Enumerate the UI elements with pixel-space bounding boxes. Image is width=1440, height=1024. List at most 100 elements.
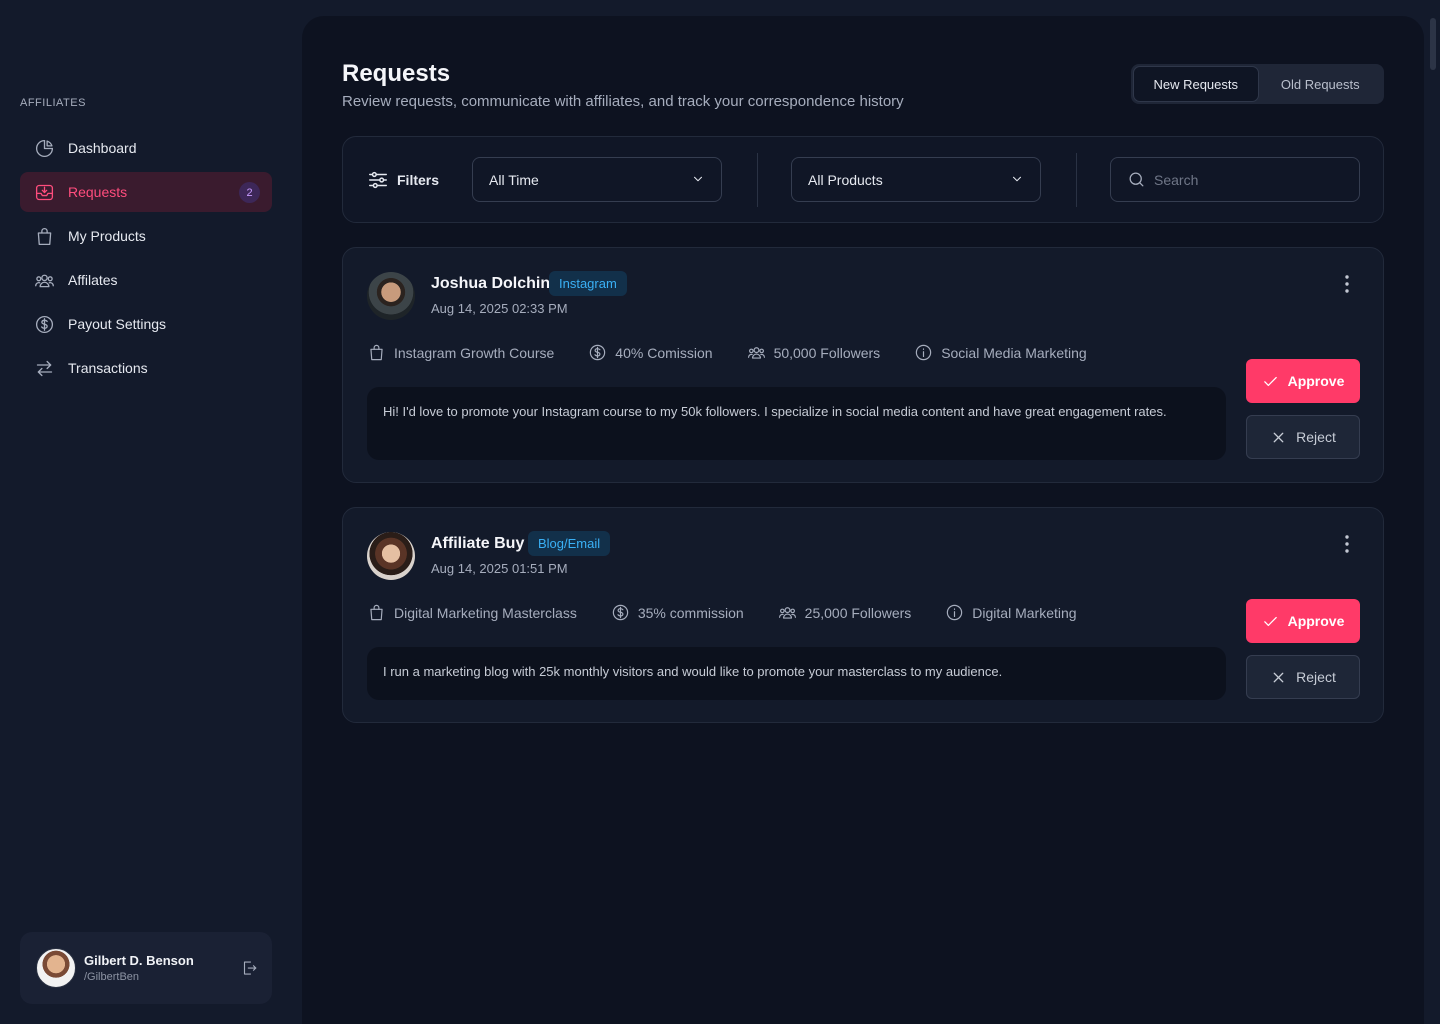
sidebar-item-label: Requests	[68, 184, 128, 200]
sidebar-item-label: My Products	[68, 228, 146, 244]
request-meta: Digital Marketing Masterclass 35% commis…	[367, 603, 1111, 622]
meta-followers: 50,000 Followers	[747, 343, 881, 362]
search-input[interactable]	[1154, 171, 1344, 188]
users-icon	[33, 269, 55, 291]
scrollbar[interactable]	[1430, 18, 1436, 70]
avatar	[367, 532, 415, 580]
meta-commission: 40% Comission	[588, 343, 713, 362]
channel-badge: Blog/Email	[528, 531, 611, 556]
divider	[757, 153, 758, 207]
dollar-circle-icon	[33, 313, 55, 335]
reject-button[interactable]: Reject	[1246, 655, 1360, 699]
product-select[interactable]: All Products	[791, 157, 1041, 202]
user-handle: /GilbertBen	[84, 971, 140, 983]
close-icon	[1273, 432, 1284, 442]
users-icon	[747, 347, 765, 359]
sidebar-item-label: Transactions	[68, 360, 148, 376]
meta-product: Digital Marketing Masterclass	[367, 603, 577, 622]
chevron-down-icon	[691, 172, 705, 186]
filters-label: Filters	[397, 172, 440, 188]
request-date: Aug 14, 2025 02:33 PM	[431, 301, 568, 316]
user-name: Gilbert D. Benson	[84, 953, 194, 968]
users-icon	[778, 607, 796, 619]
reject-label: Reject	[1296, 669, 1336, 685]
sidebar-item-transactions[interactable]: Transactions	[20, 348, 272, 388]
approve-label: Approve	[1287, 613, 1345, 629]
sidebar-item-affiliates[interactable]: Affilates	[20, 260, 272, 300]
time-range-select[interactable]: All Time	[472, 157, 722, 202]
followers-count: 50,000 Followers	[773, 344, 881, 361]
requests-count-badge: 2	[239, 182, 260, 203]
meta-category: Digital Marketing	[945, 603, 1077, 622]
divider	[1076, 153, 1077, 207]
request-message: I run a marketing blog with 25k monthly …	[367, 647, 1226, 700]
sidebar-item-my-products[interactable]: My Products	[20, 216, 272, 256]
meta-product: Instagram Growth Course	[367, 343, 554, 362]
sidebar-nav: Dashboard Requests 2 My Products Affilat…	[20, 128, 272, 392]
shopping-bag-icon	[370, 344, 383, 361]
channel-badge: Instagram	[549, 271, 627, 296]
main-panel: Requests Review requests, communicate wi…	[302, 16, 1424, 1024]
tab-new-requests[interactable]: New Requests	[1133, 66, 1259, 102]
followers-count: 25,000 Followers	[804, 604, 912, 621]
logout-icon[interactable]	[240, 959, 258, 977]
category-name: Digital Marketing	[972, 604, 1077, 621]
tab-old-requests[interactable]: Old Requests	[1259, 66, 1383, 102]
sliders-icon	[369, 171, 387, 189]
avatar	[367, 272, 415, 320]
search-box[interactable]	[1110, 157, 1360, 202]
arrows-swap-icon	[33, 357, 55, 379]
sidebar: AFFILIATES Dashboard Requests 2 My Produ…	[0, 0, 292, 1024]
page-subtitle: Review requests, communicate with affili…	[342, 93, 904, 110]
request-meta: Instagram Growth Course 40% Comission 50…	[367, 343, 1121, 362]
request-tabs: New Requests Old Requests	[1131, 64, 1384, 104]
inbox-icon	[33, 181, 55, 203]
info-icon	[915, 344, 932, 361]
product-name: Instagram Growth Course	[394, 344, 555, 361]
info-icon	[947, 604, 963, 621]
chevron-down-icon	[1010, 172, 1024, 186]
pie-chart-icon	[33, 137, 55, 159]
commission-value: 35% commission	[637, 604, 744, 621]
more-options-icon[interactable]	[1339, 534, 1355, 554]
user-profile-card[interactable]: Gilbert D. Benson /GilbertBen	[20, 932, 272, 1004]
sidebar-item-requests[interactable]: Requests 2	[20, 172, 272, 212]
approve-button[interactable]: Approve	[1246, 599, 1360, 643]
affiliate-name: Joshua Dolchin	[431, 275, 551, 292]
search-icon	[1129, 172, 1144, 187]
close-icon	[1273, 672, 1284, 682]
product-value: All Products	[808, 171, 883, 188]
shopping-bag-icon	[33, 225, 55, 247]
meta-category: Social Media Marketing	[914, 343, 1087, 362]
avatar	[36, 948, 76, 988]
sidebar-item-label: Dashboard	[68, 140, 137, 156]
sidebar-item-label: Affilates	[68, 272, 118, 288]
sidebar-item-label: Payout Settings	[68, 316, 167, 332]
request-card: Affiliate Buy Blog/Email Aug 14, 2025 01…	[342, 507, 1384, 723]
check-icon	[1263, 616, 1277, 626]
sidebar-item-dashboard[interactable]: Dashboard	[20, 128, 272, 168]
reject-label: Reject	[1296, 429, 1336, 445]
reject-button[interactable]: Reject	[1246, 415, 1360, 459]
request-date: Aug 14, 2025 01:51 PM	[431, 561, 568, 576]
check-icon	[1263, 376, 1277, 386]
affiliate-name: Affiliate Buy	[431, 535, 525, 552]
sidebar-item-payout-settings[interactable]: Payout Settings	[20, 304, 272, 344]
filter-bar: Filters All Time All Products	[342, 136, 1384, 223]
product-name: Digital Marketing Masterclass	[394, 604, 577, 621]
user-meta: Gilbert D. Benson /GilbertBen	[84, 953, 194, 983]
meta-commission: 35% commission	[611, 603, 744, 622]
more-options-icon[interactable]	[1339, 274, 1355, 294]
dollar-circle-icon	[590, 344, 606, 361]
dollar-circle-icon	[612, 604, 629, 621]
category-name: Social Media Marketing	[941, 344, 1087, 361]
filters-button[interactable]: Filters	[367, 169, 439, 191]
page-title: Requests	[342, 60, 451, 87]
request-message: Hi! I'd love to promote your Instagram c…	[367, 387, 1226, 460]
commission-value: 40% Comission	[615, 344, 713, 361]
sidebar-section-label: AFFILIATES	[20, 97, 86, 109]
meta-followers: 25,000 Followers	[778, 603, 912, 622]
shopping-bag-icon	[370, 604, 383, 621]
approve-button[interactable]: Approve	[1246, 359, 1360, 403]
approve-label: Approve	[1287, 373, 1345, 389]
